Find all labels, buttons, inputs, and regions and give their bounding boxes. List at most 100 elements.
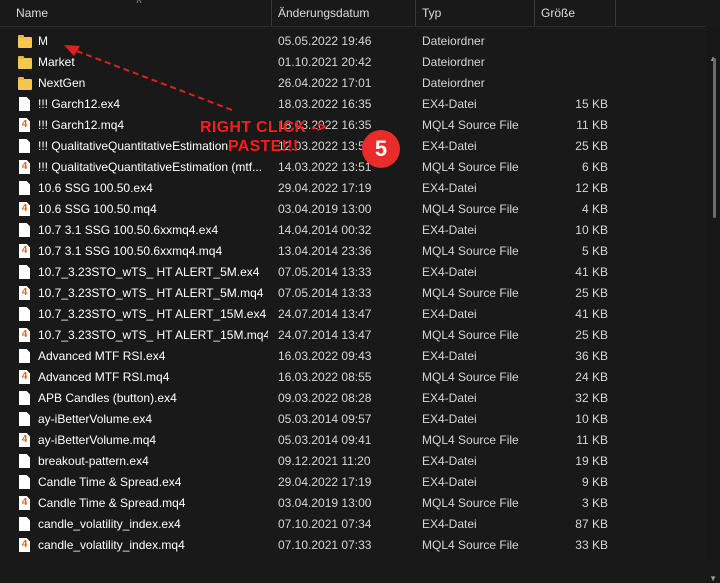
file-date: 09.03.2022 08:28 (278, 391, 372, 405)
file-row[interactable]: 10.7_3.23STO_wTS_ HT ALERT_15M.ex4 24.07.… (0, 304, 704, 325)
file-icon (19, 391, 30, 405)
file-type: EX4-Datei (422, 454, 477, 468)
file-date: 05.03.2014 09:57 (278, 412, 372, 426)
file-row[interactable]: !!! Garch12.ex4 18.03.2022 16:35 EX4-Datei… (0, 94, 704, 115)
file-type: EX4-Datei (422, 349, 477, 363)
file-row[interactable]: breakout-pattern.ex4 09.12.2021 11:20 EX4-… (0, 451, 704, 472)
file-size: 6 KB (581, 160, 608, 174)
file-row[interactable]: NextGen 26.04.2022 17:01 Dateiordner (0, 73, 704, 94)
file-row[interactable]: Market 01.10.2021 20:42 Dateiordner (0, 52, 704, 73)
file-type: EX4-Datei (422, 265, 477, 279)
file-row[interactable]: 4 Candle Time & Spread.mq4 03.04.2019 13:0… (0, 493, 704, 514)
file-type: MQL4 Source File (422, 160, 519, 174)
vertical-scrollbar[interactable]: ▲ ▼ (706, 26, 720, 583)
file-name-cell: 4 10.6 SSG 100.50.mq4 (18, 199, 268, 220)
file-name-cell: 10.7 3.1 SSG 100.50.6xxmq4.ex4 (18, 220, 268, 241)
file-name-cell: Market (18, 52, 268, 73)
mql4-file-icon: 4 (19, 286, 30, 300)
file-name: 10.6 SSG 100.50.ex4 (38, 181, 153, 195)
file-name: breakout-pattern.ex4 (38, 454, 149, 468)
file-name: 10.7_3.23STO_wTS_ HT ALERT_15M.ex4 (38, 307, 267, 321)
file-row[interactable]: 4 Advanced MTF RSI.mq4 16.03.2022 08:55 MQL… (0, 367, 704, 388)
mql4-file-icon: 4 (19, 244, 30, 258)
file-size: 15 KB (575, 97, 608, 111)
file-size: 19 KB (575, 454, 608, 468)
file-row[interactable]: 4 !!! QualitativeQuantitativeEstimation (… (0, 157, 704, 178)
file-row[interactable]: 4!!! Garch12.mq4 18.03.2022 16:35 MQL4 Sou… (0, 115, 704, 136)
file-name: Advanced MTF RSI.ex4 (38, 349, 166, 363)
file-date: 14.04.2014 00:32 (278, 223, 372, 237)
file-name: !!! Garch12.mq4 (38, 118, 125, 132)
file-row[interactable]: !!! QualitativeQuantitativeEstimation 12.… (0, 136, 704, 157)
file-name-cell: 4 Candle Time & Spread.mq4 (18, 493, 268, 514)
file-name: candle_volatility_index.ex4 (38, 517, 181, 531)
file-name: 10.7_3.23STO_wTS_ HT ALERT_15M.mq4 (38, 328, 268, 342)
file-size: 5 KB (581, 244, 608, 258)
file-type: EX4-Datei (422, 307, 477, 321)
column-header-date[interactable]: Änderungsdatum (272, 0, 416, 26)
file-name-cell: M (18, 31, 268, 52)
file-size: 11 KB (576, 433, 608, 447)
file-type: MQL4 Source File (422, 118, 519, 132)
file-size: 10 KB (575, 223, 608, 237)
file-type: EX4-Datei (422, 412, 477, 426)
column-header-type[interactable]: Typ (416, 0, 535, 26)
file-row[interactable]: Candle Time & Spread.ex4 29.04.2022 17:19… (0, 472, 704, 493)
file-row[interactable]: 4 ay-iBetterVolume.mq4 05.03.2014 09:41 MQL… (0, 430, 704, 451)
file-row[interactable]: Advanced MTF RSI.ex4 16.03.2022 09:43 EX4-… (0, 346, 704, 367)
annotation-text: RIGHT CLICK -> PASTE!!! (200, 118, 326, 156)
column-header-bar: Name ˄ Änderungsdatum Typ Größe (0, 0, 720, 27)
file-row[interactable]: APB Candles (button).ex4 09.03.2022 08:28… (0, 388, 704, 409)
file-name-cell: 10.7_3.23STO_wTS_ HT ALERT_5M.ex4 (18, 262, 268, 283)
file-row[interactable]: 10.6 SSG 100.50.ex4 29.04.2022 17:19 EX4-D… (0, 178, 704, 199)
file-row[interactable]: ay-iBetterVolume.ex4 05.03.2014 09:57 EX4-… (0, 409, 704, 430)
column-header-size[interactable]: Größe (535, 0, 616, 26)
file-type: Dateiordner (422, 76, 485, 90)
file-name-cell: 4 ay-iBetterVolume.mq4 (18, 430, 268, 451)
file-size: 25 KB (575, 139, 608, 153)
file-icon (19, 454, 30, 468)
scroll-thumb[interactable] (713, 58, 716, 218)
file-date: 07.10.2021 07:34 (278, 517, 372, 531)
file-row[interactable]: 4 10.6 SSG 100.50.mq4 03.04.2019 13:00 MQL4… (0, 199, 704, 220)
file-type: EX4-Datei (422, 181, 477, 195)
file-type: EX4-Datei (422, 475, 477, 489)
file-name-cell: Candle Time & Spread.ex4 (18, 472, 268, 493)
file-type: EX4-Datei (422, 391, 477, 405)
annotation-line-1: RIGHT CLICK -> (200, 119, 327, 136)
file-name: !!! Garch12.ex4 (38, 97, 121, 111)
file-list: M 05.05.2022 19:46 Dateiordner Market 01.10.… (0, 31, 704, 556)
file-name-cell: 10.6 SSG 100.50.ex4 (18, 178, 268, 199)
file-name: Advanced MTF RSI.mq4 (38, 370, 170, 384)
mql4-glyph: 4 (21, 371, 28, 382)
file-name: Candle Time & Spread.mq4 (38, 496, 186, 510)
file-size: 12 KB (575, 181, 608, 195)
file-icon (19, 181, 30, 195)
file-row[interactable]: 4 10.7 3.1 SSG 100.50.6xxmq4.mq4 13.04.201… (0, 241, 704, 262)
file-row[interactable]: 10.7_3.23STO_wTS_ HT ALERT_5M.ex4 07.05.2… (0, 262, 704, 283)
file-date: 05.03.2014 09:41 (278, 433, 372, 447)
mql4-glyph: 4 (21, 203, 28, 214)
scroll-down-icon[interactable]: ▼ (709, 574, 717, 583)
file-size: 33 KB (575, 538, 608, 552)
folder-icon (18, 55, 32, 70)
file-type: EX4-Datei (422, 517, 477, 531)
file-name-cell: !!! Garch12.ex4 (18, 94, 268, 115)
file-type: MQL4 Source File (422, 328, 519, 342)
file-row[interactable]: candle_volatility_index.ex4 07.10.2021 07… (0, 514, 704, 535)
file-row[interactable]: 4 10.7_3.23STO_wTS_ HT ALERT_15M.mq4 24.07… (0, 325, 704, 346)
file-name: APB Candles (button).ex4 (38, 391, 177, 405)
file-name: 10.7_3.23STO_wTS_ HT ALERT_5M.mq4 (38, 286, 264, 300)
file-size: 32 KB (575, 391, 608, 405)
file-date: 07.10.2021 07:33 (278, 538, 372, 552)
file-date: 29.04.2022 17:19 (278, 181, 372, 195)
file-date: 01.10.2021 20:42 (278, 55, 372, 69)
mql4-glyph: 4 (21, 245, 28, 256)
file-row[interactable]: 10.7 3.1 SSG 100.50.6xxmq4.ex4 14.04.2014… (0, 220, 704, 241)
file-name-cell: 4 !!! QualitativeQuantitativeEstimation (… (18, 157, 268, 178)
file-row[interactable]: 4 10.7_3.23STO_wTS_ HT ALERT_5M.mq4 07.05.… (0, 283, 704, 304)
file-row[interactable]: M 05.05.2022 19:46 Dateiordner (0, 31, 704, 52)
file-type: MQL4 Source File (422, 370, 519, 384)
file-row[interactable]: 4 candle_volatility_index.mq4 07.10.2021 0… (0, 535, 704, 556)
mql4-file-icon: 4 (19, 538, 30, 552)
